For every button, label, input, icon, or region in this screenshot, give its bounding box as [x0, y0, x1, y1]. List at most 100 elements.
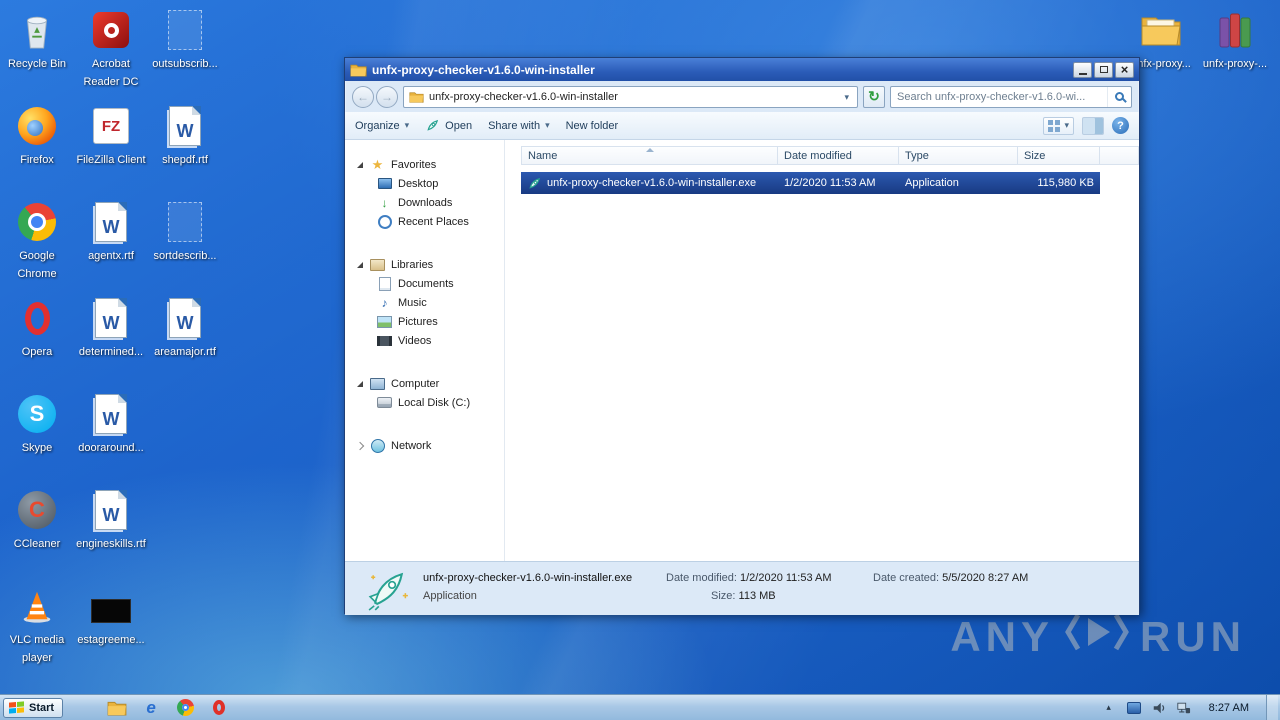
- details-value: 5/5/2020 8:27 AM: [942, 572, 1028, 584]
- sidebar-item-local-disk-c[interactable]: Local Disk (C:): [345, 393, 504, 412]
- expander-icon[interactable]: [355, 379, 364, 388]
- desktop-icon-label: unfx-proxy-...: [1203, 58, 1267, 70]
- desktop-icon-opera[interactable]: Opera: [0, 296, 74, 360]
- anyrun-logo-icon: [1064, 610, 1130, 664]
- details-size: Size: 113 MB: [711, 590, 776, 602]
- share-with-button[interactable]: Share with: [488, 120, 550, 132]
- column-header-name[interactable]: Name: [521, 146, 778, 165]
- desktop-icon-areamajor-rtf[interactable]: areamajor.rtf: [148, 296, 222, 360]
- desktop-icon-google-chrome[interactable]: Google Chrome: [0, 200, 74, 282]
- desktop-icon-label: sortdescrib...: [154, 250, 217, 262]
- forward-button[interactable]: →: [376, 86, 398, 108]
- tray-expand-icon[interactable]: [1101, 700, 1117, 716]
- network-status-icon[interactable]: [1176, 700, 1192, 716]
- sidebar-item-downloads[interactable]: Downloads: [345, 193, 504, 212]
- exe-file-icon: [527, 176, 542, 191]
- sidebar-item-pictures[interactable]: Pictures: [345, 312, 504, 331]
- exe-file-icon: [425, 118, 440, 133]
- desktop-icon-label: Acrobat Reader DC: [83, 58, 138, 88]
- sidebar-item-desktop[interactable]: Desktop: [345, 174, 504, 193]
- preview-pane-button[interactable]: [1082, 117, 1104, 135]
- sidebar-item-favorites[interactable]: Favorites: [345, 155, 504, 174]
- sidebar-item-videos[interactable]: Videos: [345, 331, 504, 350]
- downloads-icon: [377, 195, 392, 210]
- desktop-icon-agentx-rtf[interactable]: agentx.rtf: [74, 200, 148, 264]
- desktop-icon-filezilla[interactable]: FileZilla Client: [74, 104, 148, 168]
- window-titlebar[interactable]: unfx-proxy-checker-v1.6.0-win-installer: [345, 58, 1139, 81]
- desktop-icon-sortdescrib[interactable]: sortdescrib...: [148, 200, 222, 264]
- taskbar-chrome-icon[interactable]: [173, 698, 197, 718]
- address-dropdown-icon[interactable]: [841, 91, 852, 103]
- search-icon[interactable]: [1107, 87, 1131, 107]
- search-input[interactable]: [891, 91, 1107, 103]
- volume-icon[interactable]: [1151, 700, 1167, 716]
- rtf-document-icon: [74, 488, 148, 532]
- expander-icon[interactable]: [355, 441, 364, 450]
- file-row[interactable]: unfx-proxy-checker-v1.6.0-win-installer.…: [521, 172, 1100, 194]
- sidebar-item-libraries[interactable]: Libraries: [345, 255, 504, 274]
- taskbar-ie-icon[interactable]: [139, 698, 163, 718]
- desktop-icon-dooraround-rtf[interactable]: dooraround...: [74, 392, 148, 456]
- taskbar-opera-icon[interactable]: [207, 698, 231, 718]
- disk-icon: [377, 395, 392, 410]
- sidebar-item-computer[interactable]: Computer: [345, 374, 504, 393]
- desktop-icon-vlc[interactable]: VLC media player: [0, 584, 74, 666]
- desktop-icon-label: estagreeme...: [77, 634, 144, 646]
- sort-ascending-icon: [646, 148, 654, 152]
- maximize-button[interactable]: [1094, 62, 1113, 78]
- ghost-file-icon: [148, 8, 222, 52]
- breadcrumb[interactable]: unfx-proxy-checker-v1.6.0-win-installer: [403, 86, 858, 108]
- new-folder-button[interactable]: New folder: [566, 120, 619, 132]
- desktop-icon-label: Skype: [22, 442, 53, 454]
- close-button[interactable]: [1115, 62, 1134, 78]
- windows-logo-icon: [9, 701, 24, 714]
- expander-icon[interactable]: [355, 160, 364, 169]
- libraries-icon: [370, 257, 385, 272]
- details-date-modified: Date modified: 1/2/2020 11:53 AM: [666, 572, 832, 584]
- sidebar-item-network[interactable]: Network: [345, 436, 504, 455]
- desktop-icon-estagreeme[interactable]: estagreeme...: [74, 584, 148, 648]
- sidebar-item-music[interactable]: Music: [345, 293, 504, 312]
- minimize-button[interactable]: [1073, 62, 1092, 78]
- ghost-file-icon: [148, 200, 222, 244]
- desktop-icon-skype[interactable]: Skype: [0, 392, 74, 456]
- desktop-icon-label: Google Chrome: [17, 250, 56, 280]
- sidebar-label: Downloads: [398, 197, 452, 209]
- refresh-button[interactable]: [863, 86, 885, 108]
- column-header-size[interactable]: Size: [1018, 146, 1100, 165]
- exe-file-icon-large: [365, 565, 412, 612]
- desktop[interactable]: Recycle Bin Firefox Google Chrome Opera …: [0, 0, 1280, 720]
- back-button[interactable]: ←: [352, 86, 374, 108]
- sidebar-item-documents[interactable]: Documents: [345, 274, 504, 293]
- desktop-icon-shepdf-rtf[interactable]: shepdf.rtf: [148, 104, 222, 168]
- sidebar-label: Documents: [398, 278, 454, 290]
- open-label: Open: [445, 120, 472, 132]
- column-header-type[interactable]: Type: [899, 146, 1018, 165]
- desktop-icon-ccleaner[interactable]: CCleaner: [0, 488, 74, 552]
- pictures-icon: [377, 314, 392, 329]
- desktop-icon-acrobat[interactable]: Acrobat Reader DC: [74, 8, 148, 90]
- videos-icon: [377, 333, 392, 348]
- anyrun-watermark: ANY RUN: [950, 610, 1246, 664]
- desktop-icon-firefox[interactable]: Firefox: [0, 104, 74, 168]
- change-view-button[interactable]: [1043, 117, 1074, 135]
- open-button[interactable]: Open: [425, 118, 472, 133]
- rtf-document-icon: [74, 296, 148, 340]
- show-desktop-button[interactable]: [1266, 695, 1278, 720]
- taskbar: Start 8:27 AM: [0, 694, 1280, 720]
- tray-app-icon[interactable]: [1126, 700, 1142, 716]
- desktop-icon-recycle-bin[interactable]: Recycle Bin: [0, 8, 74, 72]
- desktop-icon-unfx-archive[interactable]: unfx-proxy-...: [1198, 8, 1272, 72]
- expander-icon[interactable]: [355, 260, 364, 269]
- breadcrumb-folder-icon: [409, 91, 424, 103]
- desktop-icon-outsubscrib[interactable]: outsubscrib...: [148, 8, 222, 72]
- desktop-icon-engineskills-rtf[interactable]: engineskills.rtf: [74, 488, 148, 552]
- help-button[interactable]: [1112, 117, 1129, 134]
- taskbar-clock[interactable]: 8:27 AM: [1201, 702, 1257, 714]
- column-header-date-modified[interactable]: Date modified: [778, 146, 899, 165]
- organize-button[interactable]: Organize: [355, 120, 409, 132]
- desktop-icon-determined-rtf[interactable]: determined...: [74, 296, 148, 360]
- start-button[interactable]: Start: [3, 698, 63, 718]
- sidebar-item-recent-places[interactable]: Recent Places: [345, 212, 504, 231]
- taskbar-explorer-icon[interactable]: [105, 698, 129, 718]
